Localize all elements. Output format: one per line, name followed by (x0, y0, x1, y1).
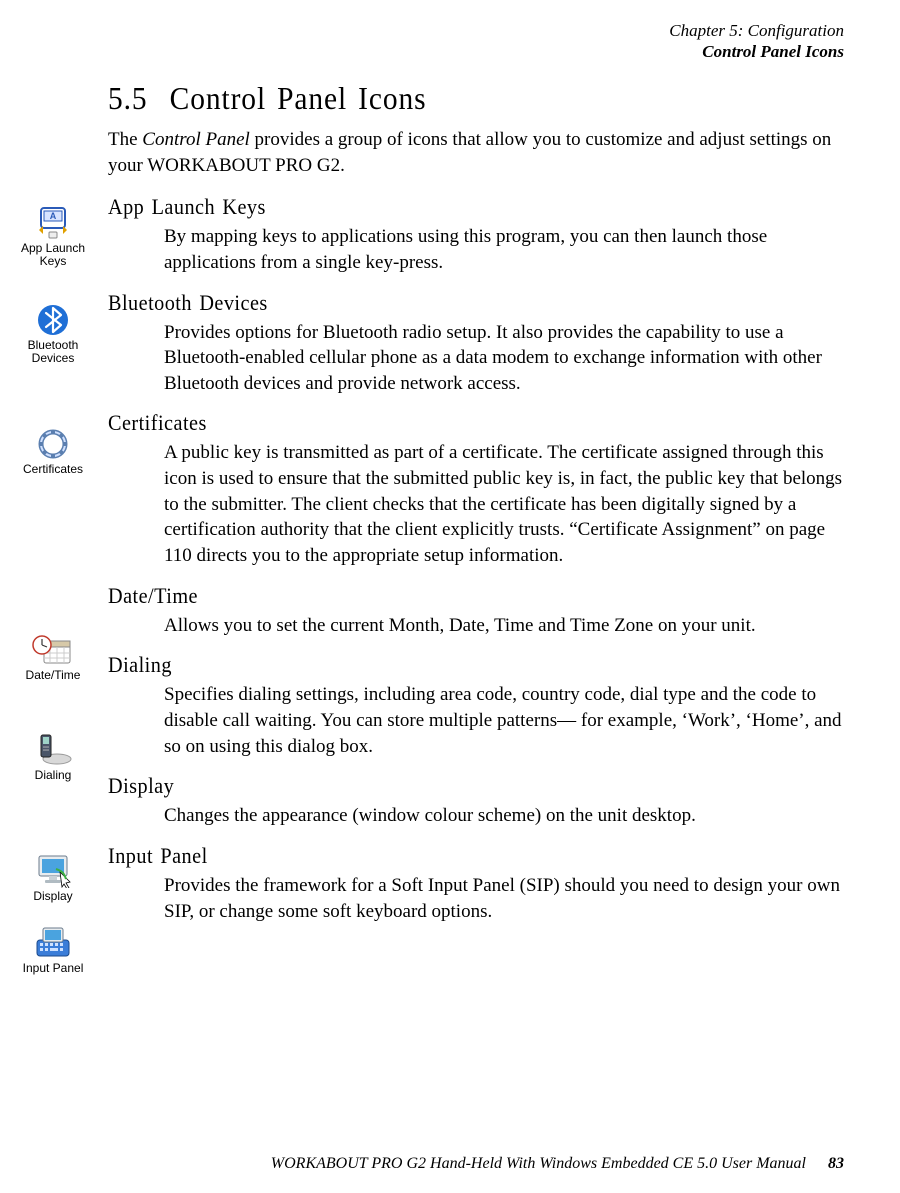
entry-body: By mapping keys to applications using th… (164, 224, 844, 275)
icon-label: Certificates (23, 462, 83, 476)
entry-heading: Bluetooth Devices (108, 290, 785, 316)
date-time-icon: Date/Time (10, 633, 96, 682)
app-launch-keys-icon: A App Launch Keys (10, 206, 96, 268)
icon-label: App Launch Keys (21, 241, 85, 268)
bluetooth-devices-icon: Bluetooth Devices (10, 303, 96, 365)
input-panel-icon: Input Panel (10, 926, 96, 975)
entry-body: Specifies dialing settings, including ar… (164, 682, 844, 759)
entry-heading: Input Panel (108, 843, 785, 869)
entry-heading: Dialing (108, 652, 785, 678)
main-content: 5.5 Control Panel Icons The Control Pane… (108, 80, 844, 938)
entry-dialing: Dialing Specifies dialing settings, incl… (108, 652, 844, 759)
icon-label: Dialing (35, 768, 72, 782)
entry-heading: App Launch Keys (108, 194, 785, 220)
display-icon: Display (10, 852, 96, 903)
footer-text: WORKABOUT PRO G2 Hand-Held With Windows … (271, 1155, 806, 1172)
entry-heading: Date/Time (108, 583, 785, 609)
entry-input-panel: Input Panel Provides the framework for a… (108, 843, 844, 924)
entry-body: A public key is transmitted as part of a… (164, 440, 844, 568)
icon-label: Bluetooth Devices (28, 338, 79, 365)
page-header: Chapter 5: Configuration Control Panel I… (669, 20, 844, 63)
header-line-section: Control Panel Icons (669, 41, 844, 62)
svg-text:A: A (50, 211, 57, 221)
header-line-chapter: Chapter 5: Configuration (669, 20, 844, 41)
entry-certificates: Certificates A public key is transmitted… (108, 410, 844, 568)
icon-label: Date/Time (26, 668, 81, 682)
entry-body: Provides the framework for a Soft Input … (164, 873, 844, 924)
entry-body: Provides options for Bluetooth radio set… (164, 320, 844, 397)
entry-heading: Display (108, 773, 785, 799)
section-number: 5.5 (108, 80, 148, 116)
entry-date-time: Date/Time Allows you to set the current … (108, 583, 844, 639)
entry-display: Display Changes the appearance (window c… (108, 773, 844, 829)
dialing-icon: Dialing (10, 731, 96, 782)
section-title: Control Panel Icons (170, 80, 427, 116)
icon-label: Display (33, 889, 72, 903)
section-intro: The Control Panel provides a group of ic… (108, 127, 844, 178)
entry-app-launch-keys: App Launch Keys By mapping keys to appli… (108, 194, 844, 275)
page-number: 83 (828, 1155, 844, 1172)
entry-body: Allows you to set the current Month, Dat… (164, 613, 844, 639)
page-footer: WORKABOUT PRO G2 Hand-Held With Windows … (271, 1155, 844, 1173)
entry-bluetooth-devices: Bluetooth Devices Provides options for B… (108, 290, 844, 397)
entry-body: Changes the appearance (window colour sc… (164, 803, 844, 829)
entry-heading: Certificates (108, 410, 785, 436)
certificates-icon: Certificates (10, 427, 96, 476)
section-heading: 5.5 Control Panel Icons (108, 80, 785, 117)
icon-label: Input Panel (23, 961, 84, 975)
